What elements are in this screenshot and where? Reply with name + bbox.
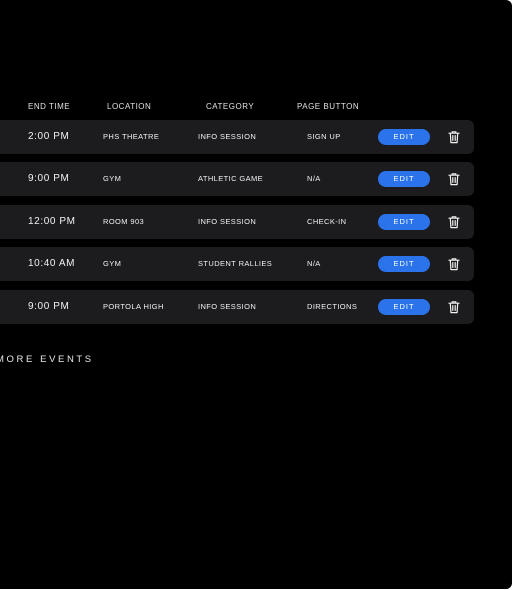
table-row: 10:40 AM GYM STUDENT RALLIES N/A EDIT: [0, 247, 474, 281]
location-cell: GYM: [103, 259, 122, 268]
category-cell: INFO SESSION: [198, 217, 257, 226]
page-button-cell: N/A: [307, 259, 321, 268]
page-button-cell: SIGN UP: [307, 132, 341, 141]
more-events-link[interactable]: MORE EVENTS: [0, 354, 94, 365]
location-cell: GYM: [103, 174, 122, 183]
table-header: END TIME LOCATION CATEGORY PAGE BUTTON: [0, 102, 480, 114]
page-button-cell: CHECK-IN: [307, 217, 347, 226]
events-panel: END TIME LOCATION CATEGORY PAGE BUTTON 2…: [0, 0, 512, 589]
column-header-end-time: END TIME: [28, 102, 71, 111]
category-cell: STUDENT RALLIES: [198, 259, 273, 268]
trash-icon[interactable]: [447, 300, 461, 314]
category-cell: INFO SESSION: [198, 302, 257, 311]
end-time-cell: 10:40 AM: [28, 258, 76, 269]
trash-icon[interactable]: [447, 130, 461, 144]
trash-icon[interactable]: [447, 215, 461, 229]
column-header-location: LOCATION: [107, 102, 152, 111]
page-button-cell: N/A: [307, 174, 321, 183]
table-row: 12:00 PM ROOM 903 INFO SESSION CHECK-IN …: [0, 205, 474, 239]
end-time-cell: 12:00 PM: [28, 216, 76, 227]
edit-button[interactable]: EDIT: [378, 214, 430, 230]
column-header-page-button: PAGE BUTTON: [297, 102, 360, 111]
column-header-category: CATEGORY: [206, 102, 255, 111]
edit-button[interactable]: EDIT: [378, 171, 430, 187]
category-cell: INFO SESSION: [198, 132, 257, 141]
location-cell: PORTOLA HIGH: [103, 302, 164, 311]
table-row: 2:00 PM PHS THEATRE INFO SESSION SIGN UP…: [0, 120, 474, 154]
end-time-cell: 9:00 PM: [28, 301, 70, 312]
location-cell: ROOM 903: [103, 217, 145, 226]
edit-button[interactable]: EDIT: [378, 129, 430, 145]
category-cell: ATHLETIC GAME: [198, 174, 264, 183]
edit-button[interactable]: EDIT: [378, 299, 430, 315]
table-row: 9:00 PM PORTOLA HIGH INFO SESSION DIRECT…: [0, 290, 474, 324]
table-row: 9:00 PM GYM ATHLETIC GAME N/A EDIT: [0, 162, 474, 196]
edit-button[interactable]: EDIT: [378, 256, 430, 272]
trash-icon[interactable]: [447, 172, 461, 186]
trash-icon[interactable]: [447, 257, 461, 271]
page-button-cell: DIRECTIONS: [307, 302, 358, 311]
end-time-cell: 9:00 PM: [28, 173, 70, 184]
location-cell: PHS THEATRE: [103, 132, 160, 141]
end-time-cell: 2:00 PM: [28, 131, 70, 142]
